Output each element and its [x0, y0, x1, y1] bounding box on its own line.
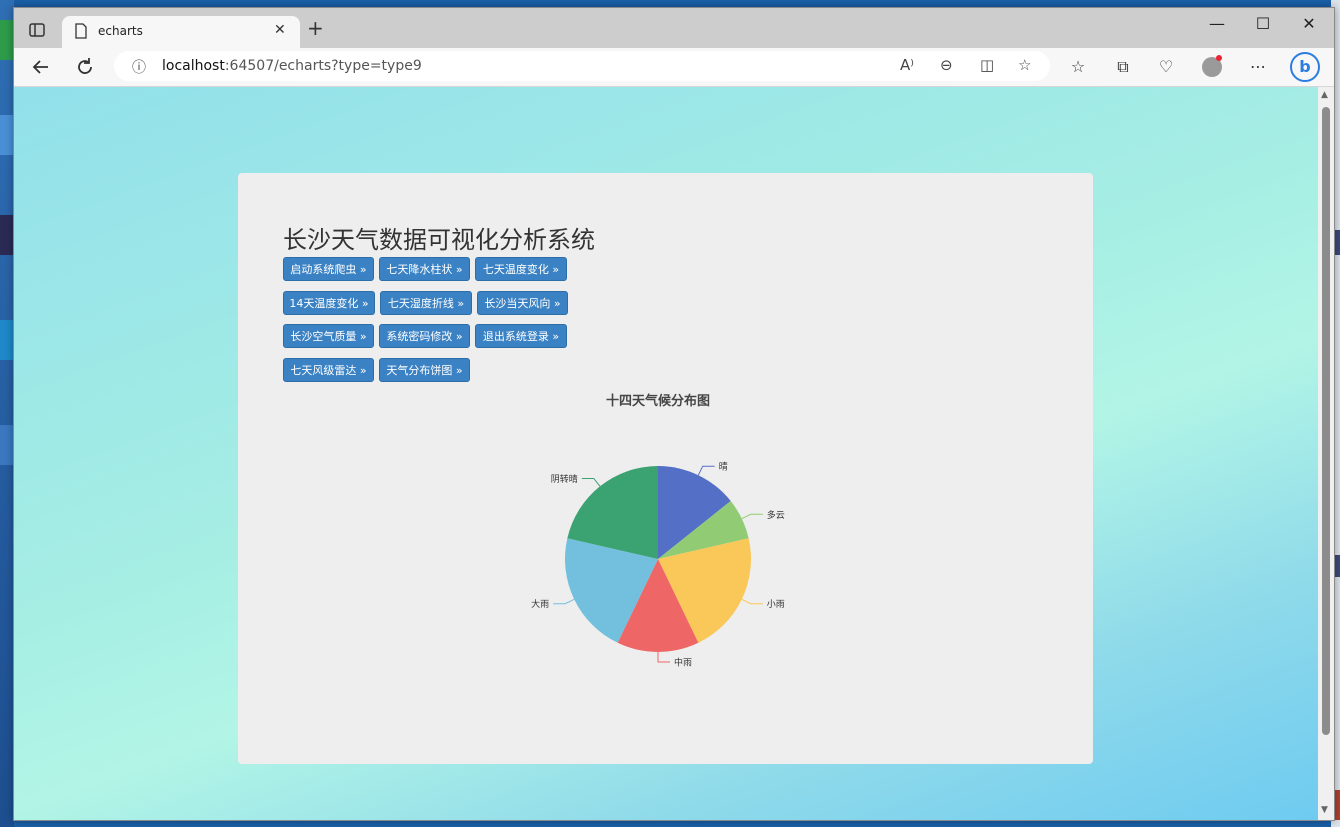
browser-toolbar: ⓘ localhost:64507/echarts?type=type9 A⁾ …	[14, 48, 1334, 87]
slice-label-4: 大雨	[531, 598, 549, 610]
tab-title: echarts	[98, 24, 143, 38]
title-bar: echarts ✕ + — ☐ ✕	[14, 8, 1334, 48]
browser-window: echarts ✕ + — ☐ ✕ ⓘ localhost:64507/echa…	[13, 7, 1335, 821]
desktop-background	[0, 0, 14, 827]
vertical-scrollbar[interactable]: ▲ ▼	[1318, 87, 1334, 820]
split-screen-icon[interactable]: ◫	[980, 56, 994, 74]
new-tab-button[interactable]: +	[307, 16, 324, 40]
label-line-4	[553, 598, 575, 605]
label-line-0	[697, 465, 715, 476]
more-menu-icon[interactable]: ⋯	[1247, 57, 1269, 76]
address-bar[interactable]: ⓘ localhost:64507/echarts?type=type9 A⁾ …	[114, 51, 1050, 81]
label-line-5	[581, 477, 601, 487]
minimize-button[interactable]: —	[1194, 14, 1240, 33]
scroll-down-icon[interactable]: ▼	[1321, 805, 1328, 815]
edge-icon[interactable]	[0, 320, 14, 360]
slice-label-2: 小雨	[767, 599, 785, 610]
control-panel-icon[interactable]	[0, 425, 14, 465]
content-card: 长沙天气数据可视化分析系统 启动系统爬虫 » 七天降水柱状 » 七天温度变化 »…	[238, 173, 1093, 764]
browser-tab[interactable]: echarts ✕	[62, 16, 300, 48]
notification-dot	[1216, 55, 1222, 61]
desktop-app-icon[interactable]	[0, 20, 14, 60]
close-window-button[interactable]: ✕	[1286, 14, 1332, 33]
pie-chart: 十四天气候分布图 晴多云小雨中雨 大雨 阴转晴	[531, 393, 785, 669]
eclipse-icon[interactable]	[0, 215, 14, 255]
back-arrow-icon[interactable]	[29, 55, 53, 79]
slice-label-5: 阴转晴	[551, 473, 578, 485]
copilot-icon[interactable]: b	[1290, 52, 1320, 82]
slice-label-1: 多云	[767, 509, 785, 521]
favorite-star-icon[interactable]: ☆	[1018, 56, 1031, 74]
label-line-3	[657, 652, 670, 663]
scrollbar-thumb[interactable]	[1322, 107, 1330, 735]
label-line-2	[741, 598, 763, 605]
tab-actions-icon[interactable]	[26, 19, 48, 41]
zoom-out-icon[interactable]: ⊖	[940, 56, 953, 74]
page-viewport: 长沙天气数据可视化分析系统 启动系统爬虫 » 七天降水柱状 » 七天温度变化 »…	[14, 87, 1318, 820]
collections-icon[interactable]: ⧉	[1112, 57, 1134, 77]
page-icon	[75, 23, 87, 39]
address-url[interactable]: localhost:64507/echarts?type=type9	[162, 58, 422, 74]
browser-essentials-icon[interactable]: ♡	[1155, 57, 1177, 76]
read-aloud-icon[interactable]: A⁾	[900, 56, 914, 74]
label-line-1	[741, 513, 763, 520]
favorites-icon[interactable]: ☆	[1067, 57, 1089, 76]
tab-close-button[interactable]: ✕	[274, 22, 286, 38]
slice-label-3: 中雨	[674, 657, 692, 669]
slice-label-0: 晴	[719, 461, 728, 473]
recycle-bin-icon[interactable]	[0, 115, 14, 155]
refresh-icon[interactable]	[73, 55, 97, 79]
chart-title: 十四天气候分布图	[606, 393, 710, 409]
scroll-up-icon[interactable]: ▲	[1321, 90, 1328, 100]
site-info-icon[interactable]: ⓘ	[132, 57, 146, 77]
maximize-button[interactable]: ☐	[1240, 14, 1286, 33]
